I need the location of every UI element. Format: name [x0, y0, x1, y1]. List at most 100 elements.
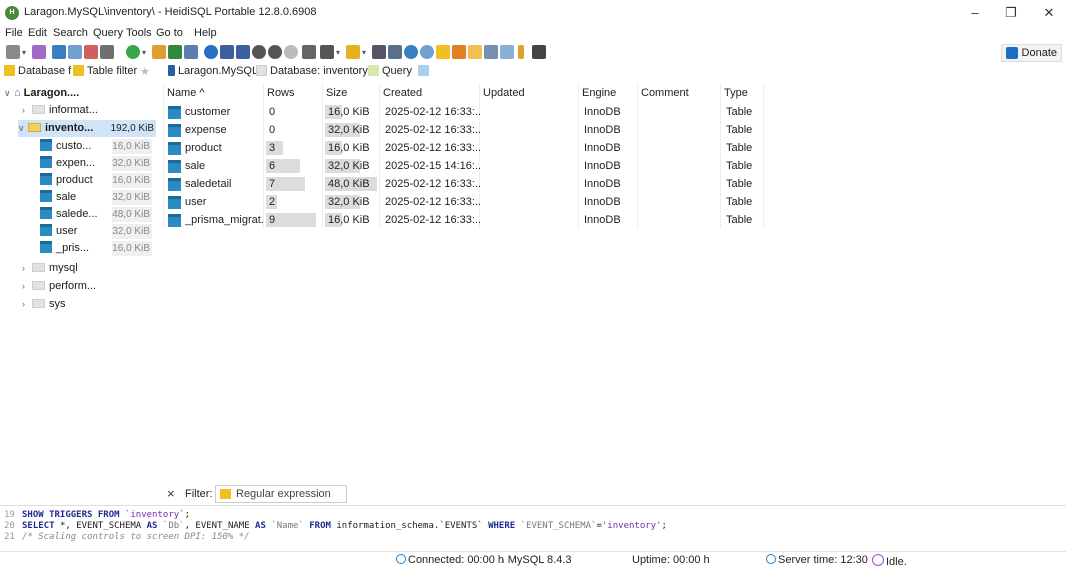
- cell-engine: InnoDB: [584, 124, 621, 136]
- last-record-icon[interactable]: [236, 45, 250, 59]
- binary-toggle-icon[interactable]: [468, 45, 482, 59]
- cell-name: expense: [185, 124, 227, 136]
- table-row[interactable]: sale 6 32,0 KiB 2025-02-15 14:16:... InnoDB T…: [163, 157, 763, 175]
- sql-log-panel[interactable]: 19 20 21 SHOW TRIGGERS FROM `inventory`;…: [0, 505, 1066, 551]
- col-header-created[interactable]: Created: [383, 84, 422, 103]
- cell-updated: [483, 211, 578, 229]
- filter-label: Filter:: [185, 488, 213, 500]
- cell-engine: InnoDB: [584, 160, 621, 172]
- format-sql-icon[interactable]: [484, 45, 498, 59]
- table-row[interactable]: user 2 32,0 KiB 2025-02-12 16:33:... InnoDB T…: [163, 193, 763, 211]
- first-record-icon[interactable]: [220, 45, 234, 59]
- delete-row-icon[interactable]: [268, 45, 282, 59]
- col-header-comment[interactable]: Comment: [641, 84, 689, 103]
- tree-table-customer[interactable]: custo... 16,0 KiB: [40, 138, 152, 155]
- filter-icon: [4, 65, 15, 76]
- close-button[interactable]: ✕: [1034, 3, 1064, 23]
- col-header-size[interactable]: Size: [326, 84, 347, 103]
- load-sql-icon[interactable]: [346, 45, 360, 59]
- post-row-icon[interactable]: [284, 45, 298, 59]
- menu-help[interactable]: Help: [194, 27, 217, 39]
- table-row[interactable]: product 3 16,0 KiB 2025-02-12 16:33:... Inno…: [163, 139, 763, 157]
- cell-comment: [641, 211, 721, 229]
- db-size: 192,0 KiB: [108, 121, 156, 136]
- tree-table-prisma-migrations[interactable]: _pris... 16,0 KiB: [40, 240, 152, 257]
- menu-edit[interactable]: Edit: [28, 27, 47, 39]
- session-manager-icon[interactable]: [6, 45, 20, 59]
- cell-comment: [641, 103, 721, 121]
- cell-created: 2025-02-12 16:33:...: [385, 214, 480, 226]
- tree-table-product[interactable]: product 16,0 KiB: [40, 172, 152, 189]
- tree-table-saledetail[interactable]: salede... 48,0 KiB: [40, 206, 152, 223]
- status-server-time: Server time: 12:30: [766, 554, 868, 566]
- col-header-type[interactable]: Type: [724, 84, 748, 103]
- minimize-button[interactable]: –: [960, 3, 990, 23]
- run-selection-icon[interactable]: [436, 45, 450, 59]
- undo-icon[interactable]: [84, 45, 98, 59]
- col-header-name[interactable]: Name ^: [167, 84, 205, 103]
- favorite-star-icon[interactable]: ★: [140, 65, 150, 78]
- copy-icon[interactable]: [52, 45, 66, 59]
- tree-table-user[interactable]: user 32,0 KiB: [40, 223, 152, 240]
- import-icon[interactable]: [168, 45, 182, 59]
- col-header-rows[interactable]: Rows: [267, 84, 295, 103]
- paste-icon[interactable]: [68, 45, 82, 59]
- expand-icon: ›: [22, 299, 25, 309]
- grid-column-divider: [763, 84, 764, 229]
- find-icon[interactable]: [404, 45, 418, 59]
- tab-host[interactable]: Laragon.MySQL: [168, 65, 258, 77]
- tree-db-mysql[interactable]: › mysql: [22, 260, 152, 277]
- filter-input[interactable]: Regular expression: [215, 485, 347, 503]
- execute-icon[interactable]: [320, 45, 334, 59]
- table-row[interactable]: customer 0 16,0 KiB 2025-02-12 16:33:... Inn…: [163, 103, 763, 121]
- menu-goto[interactable]: Go to: [156, 27, 183, 39]
- insert-row-icon[interactable]: [252, 45, 266, 59]
- expand-icon: ›: [22, 263, 25, 273]
- menu-file[interactable]: File: [5, 27, 23, 39]
- query-profile-icon[interactable]: [452, 45, 466, 59]
- table-row[interactable]: saledetail 7 48,0 KiB 2025-02-12 16:33:... I…: [163, 175, 763, 193]
- tree-table-expense[interactable]: expen... 32,0 KiB: [40, 155, 152, 172]
- cell-updated: [483, 121, 578, 139]
- cell-rows: 0: [269, 124, 276, 136]
- tab-query[interactable]: Query: [368, 65, 412, 77]
- table-icon: [168, 178, 181, 191]
- log-icon[interactable]: [518, 45, 524, 59]
- line-number: 20: [4, 521, 15, 531]
- maximize-button[interactable]: ❐: [996, 3, 1026, 23]
- close-tab-icon[interactable]: [532, 45, 546, 59]
- tree-db-information-schema[interactable]: › informat...: [22, 102, 152, 119]
- menu-query[interactable]: Query: [93, 27, 123, 39]
- expand-icon: ›: [22, 281, 25, 291]
- tree-table-sale[interactable]: sale 32,0 KiB: [40, 189, 152, 206]
- tree-db-sys[interactable]: › sys: [22, 296, 152, 313]
- table-row[interactable]: _prisma_migrat... 9 16,0 KiB 2025-02-12 16:…: [163, 211, 763, 229]
- menu-search[interactable]: Search: [53, 27, 88, 39]
- print-icon[interactable]: [100, 45, 114, 59]
- help-icon[interactable]: [204, 45, 218, 59]
- save-sql-icon[interactable]: [372, 45, 386, 59]
- cell-created: 2025-02-12 16:33:...: [385, 196, 480, 208]
- donate-button[interactable]: Donate: [1000, 44, 1062, 62]
- col-header-updated[interactable]: Updated: [483, 84, 525, 103]
- disconnect-icon[interactable]: [32, 45, 46, 59]
- cancel-icon[interactable]: [302, 45, 316, 59]
- replace-icon[interactable]: [420, 45, 434, 59]
- tree-root-server[interactable]: ∨ ⌂ Laragon....: [4, 85, 154, 102]
- database-filter-tab[interactable]: Database f: [4, 65, 71, 77]
- new-query-tab-icon[interactable]: [418, 65, 432, 77]
- save-snippet-icon[interactable]: [388, 45, 402, 59]
- close-filter-icon[interactable]: ×: [167, 486, 175, 501]
- table-row[interactable]: expense 0 32,0 KiB 2025-02-12 16:33:... Inno…: [163, 121, 763, 139]
- autorefresh-icon[interactable]: [500, 45, 514, 59]
- refresh-icon[interactable]: [126, 45, 140, 59]
- menu-tools[interactable]: Tools: [126, 27, 152, 39]
- col-header-engine[interactable]: Engine: [582, 84, 616, 103]
- tab-database[interactable]: Database: inventory: [256, 65, 368, 77]
- tree-db-performance-schema[interactable]: › perform...: [22, 278, 152, 295]
- user-manager-icon[interactable]: [152, 45, 166, 59]
- tree-db-inventory[interactable]: ∨ invento... 192,0 KiB: [18, 120, 156, 137]
- database-tree: ∨ ⌂ Laragon.... › informat... ∨ invento... 1…: [0, 82, 160, 482]
- maintenance-icon[interactable]: [184, 45, 198, 59]
- table-filter-tab[interactable]: Table filter: [73, 65, 137, 77]
